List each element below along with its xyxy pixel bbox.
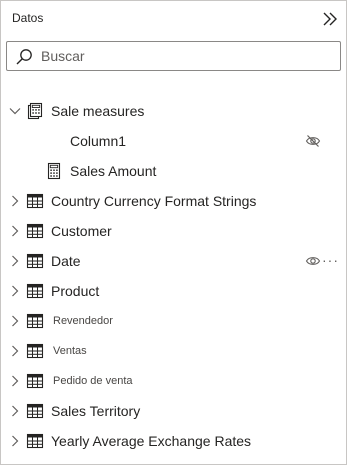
pane-title: Datos (12, 11, 44, 25)
chevron-right-icon[interactable] (9, 225, 21, 237)
tree-item-country-currency-format-strings[interactable]: Country Currency Format Strings (1, 186, 346, 216)
tree-item-label: Date (51, 253, 81, 269)
tree-item-sale-measures[interactable]: Sale measures (1, 96, 346, 126)
tree-item-sales-amount[interactable]: Sales Amount (1, 156, 346, 186)
pane-header: Datos (1, 1, 346, 37)
chevron-right-icon[interactable] (9, 375, 21, 387)
table-icon (26, 433, 44, 449)
tree-item-revendedor[interactable]: Revendedor (1, 306, 346, 336)
chevron-down-icon[interactable] (9, 105, 21, 117)
chevron-right-icon[interactable] (9, 405, 21, 417)
table-icon (26, 193, 44, 209)
tree-item-label: Country Currency Format Strings (51, 193, 257, 209)
tree-item-label: Sale measures (51, 103, 145, 119)
table-icon (26, 313, 44, 329)
table-icon (26, 343, 44, 359)
chevron-right-icon[interactable] (9, 345, 21, 357)
data-pane: Datos Buscar Sale measures Column1 Sales… (0, 0, 347, 465)
calculator-icon (47, 162, 61, 180)
chevron-right-icon[interactable] (9, 435, 21, 447)
tree-item-label: Column1 (70, 133, 127, 149)
collapse-pane-button[interactable] (318, 7, 342, 31)
double-chevron-right-icon (323, 12, 337, 26)
tree-item-ventas[interactable]: Ventas (1, 336, 346, 366)
eye-hidden-icon[interactable] (305, 133, 321, 149)
table-icon (26, 253, 44, 269)
tree-item-label: Revendedor (53, 315, 113, 327)
table-icon (26, 283, 44, 299)
table-icon (26, 403, 44, 419)
tree-item-label: Customer (51, 223, 112, 239)
search-input[interactable] (41, 46, 331, 66)
tree-item-yearly-average-exchange-rates[interactable]: Yearly Average Exchange Rates (1, 426, 346, 456)
tree-item-column1[interactable]: Column1 (1, 126, 346, 156)
search-icon (16, 49, 32, 65)
tree-item-label: Product (51, 283, 100, 299)
tree-item-sales-territory[interactable]: Sales Territory (1, 396, 346, 426)
measure-table-icon (27, 102, 43, 120)
tree-item-pedido-de-venta[interactable]: Pedido de venta (1, 366, 346, 396)
search-box[interactable] (6, 41, 341, 71)
table-icon (26, 223, 44, 239)
eye-icon[interactable] (305, 253, 321, 269)
tree-item-label: Sales Territory (51, 403, 141, 419)
tree-item-customer[interactable]: Customer (1, 216, 346, 246)
tree-item-label: Ventas (53, 345, 87, 357)
chevron-right-icon[interactable] (9, 195, 21, 207)
more-options-button[interactable]: ··· (322, 252, 339, 268)
tree-item-label: Pedido de venta (53, 375, 133, 387)
chevron-right-icon[interactable] (9, 315, 21, 327)
tree-item-date[interactable]: Date ··· (1, 246, 346, 276)
tree-item-product[interactable]: Product (1, 276, 346, 306)
chevron-right-icon[interactable] (9, 285, 21, 297)
tree-item-label: Sales Amount (70, 163, 157, 179)
tree-item-label: Yearly Average Exchange Rates (51, 433, 252, 449)
chevron-right-icon[interactable] (9, 255, 21, 267)
table-icon (26, 373, 44, 389)
